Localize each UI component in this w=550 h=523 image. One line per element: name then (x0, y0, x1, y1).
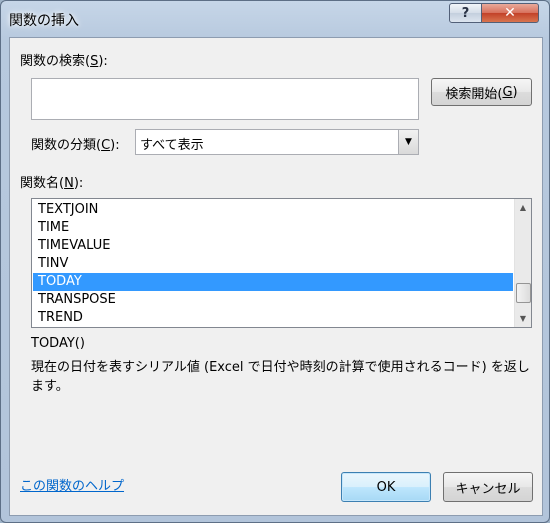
function-description: 現在の日付を表すシリアル値 (Excel で日付や時刻の計算で使用されるコード)… (31, 360, 530, 394)
search-label: 関数の検索(S): (20, 54, 108, 69)
list-item[interactable]: TIME (33, 219, 513, 237)
list-item[interactable]: TREND (33, 309, 513, 327)
ok-button[interactable]: OK (341, 472, 431, 502)
search-input[interactable] (31, 78, 419, 120)
title-bar[interactable]: 関数の挿入 ? ✕ (1, 1, 549, 37)
dialog-title: 関数の挿入 (9, 13, 79, 29)
function-name-label: 関数名(N): (20, 176, 84, 191)
search-start-button[interactable]: 検索開始(G) (431, 78, 532, 106)
list-item[interactable]: TIMEVALUE (33, 237, 513, 255)
insert-function-dialog: 関数の挿入 ? ✕ 関数の検索(S): 検索開始(G) 関数の分類(C): すべ… (0, 0, 550, 523)
cancel-button[interactable]: キャンセル (443, 472, 533, 502)
list-item[interactable]: TRANSPOSE (33, 291, 513, 309)
close-icon[interactable]: ✕ (481, 3, 539, 23)
chevron-down-icon[interactable]: ▼ (398, 130, 418, 154)
list-scrollbar[interactable]: ▲ ▼ (514, 199, 531, 327)
scroll-up-icon[interactable]: ▲ (515, 199, 531, 216)
scroll-down-icon[interactable]: ▼ (515, 310, 531, 327)
help-icon[interactable]: ? (449, 3, 482, 23)
dialog-body: 関数の検索(S): 検索開始(G) 関数の分類(C): すべて表示 ▼ 関数名(… (9, 37, 543, 516)
category-selected-value: すべて表示 (140, 138, 204, 153)
list-item[interactable]: TINV (33, 255, 513, 273)
category-select[interactable]: すべて表示 ▼ (135, 129, 419, 155)
scrollbar-thumb[interactable] (516, 283, 531, 303)
function-help-link[interactable]: この関数のヘルプ (20, 475, 124, 494)
list-item-selected[interactable]: TODAY (33, 273, 513, 291)
function-signature: TODAY() (31, 336, 85, 351)
category-label: 関数の分類(C): (31, 138, 120, 153)
list-item[interactable]: TEXTJOIN (33, 201, 513, 219)
function-list[interactable]: TEXTJOIN TIME TIMEVALUE TINV TODAY TRANS… (31, 198, 532, 328)
